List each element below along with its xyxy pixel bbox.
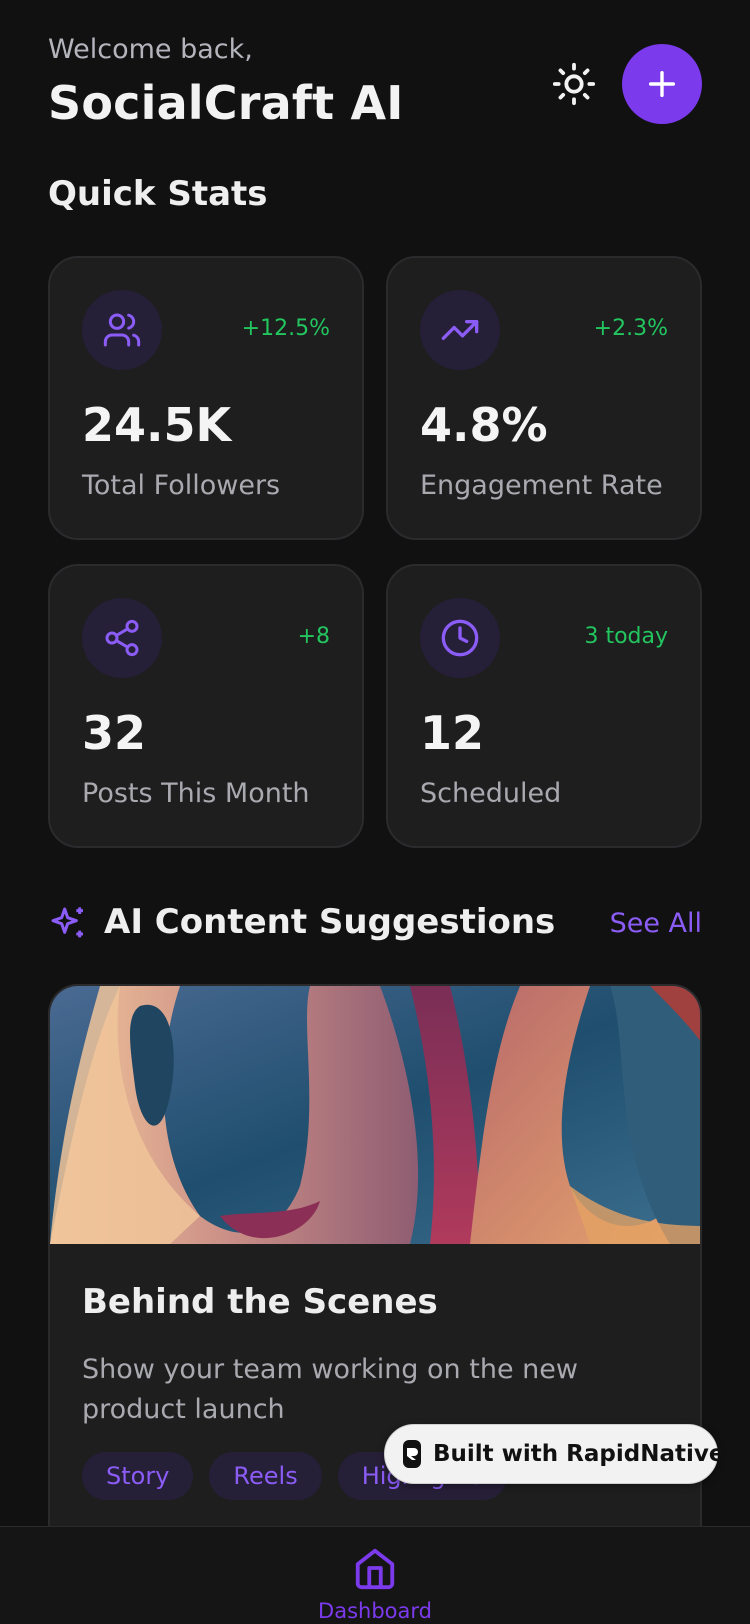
stat-value: 12	[420, 706, 485, 760]
theme-toggle-button[interactable]	[550, 60, 598, 108]
stat-change: +8	[297, 624, 330, 649]
stat-icon-container	[420, 290, 500, 370]
quick-stats-title: Quick Stats	[48, 174, 268, 214]
stat-change: +2.3%	[593, 316, 668, 341]
badge-text: Built with RapidNative	[433, 1441, 725, 1467]
nav-item-dashboard[interactable]: Dashboard	[300, 1527, 450, 1624]
stat-label: Scheduled	[420, 778, 562, 809]
sparkles-icon	[51, 907, 83, 938]
share-icon	[105, 619, 139, 657]
stat-card-posts[interactable]: +8 32 Posts This Month	[48, 564, 364, 848]
ai-suggestions-header: AI Content Suggestions See All	[48, 900, 702, 950]
suggestion-description: Show your team working on the new produc…	[82, 1354, 578, 1425]
add-post-button[interactable]	[622, 44, 702, 124]
stat-label: Posts This Month	[82, 778, 310, 809]
built-with-badge[interactable]: Built with RapidNative	[384, 1424, 724, 1484]
home-icon	[355, 1548, 395, 1590]
tag-chip[interactable]: Reels	[209, 1452, 322, 1500]
clock-icon	[441, 619, 479, 657]
welcome-text: Welcome back,	[48, 34, 253, 65]
stat-icon-container	[82, 598, 162, 678]
suggestion-image	[50, 986, 700, 1244]
stat-label: Engagement Rate	[420, 470, 663, 501]
stat-card-followers[interactable]: +12.5% 24.5K Total Followers	[48, 256, 364, 540]
stat-change: 3 today	[584, 624, 668, 649]
rapidnative-logo-icon	[403, 1440, 421, 1468]
see-all-link[interactable]: See All	[610, 908, 702, 939]
app-title: SocialCraft AI	[48, 76, 404, 130]
ai-suggestions-title: AI Content Suggestions	[104, 902, 556, 942]
stat-card-scheduled[interactable]: 3 today 12 Scheduled	[386, 564, 702, 848]
stat-value: 24.5K	[82, 398, 232, 452]
stat-icon-container	[420, 598, 500, 678]
bottom-navigation: Dashboard	[0, 1526, 750, 1624]
plus-icon	[648, 70, 676, 98]
stat-card-engagement[interactable]: +2.3% 4.8% Engagement Rate	[386, 256, 702, 540]
suggestion-title: Behind the Scenes	[82, 1282, 438, 1322]
tag-chip[interactable]: Story	[82, 1452, 194, 1500]
stat-change: +12.5%	[241, 316, 330, 341]
trending-up-icon	[441, 320, 479, 340]
stat-value: 4.8%	[420, 398, 548, 452]
stat-label: Total Followers	[82, 470, 281, 501]
nav-label: Dashboard	[318, 1599, 432, 1623]
users-icon	[103, 313, 141, 347]
stat-icon-container	[82, 290, 162, 370]
stat-value: 32	[82, 706, 147, 760]
sun-icon	[552, 62, 596, 106]
